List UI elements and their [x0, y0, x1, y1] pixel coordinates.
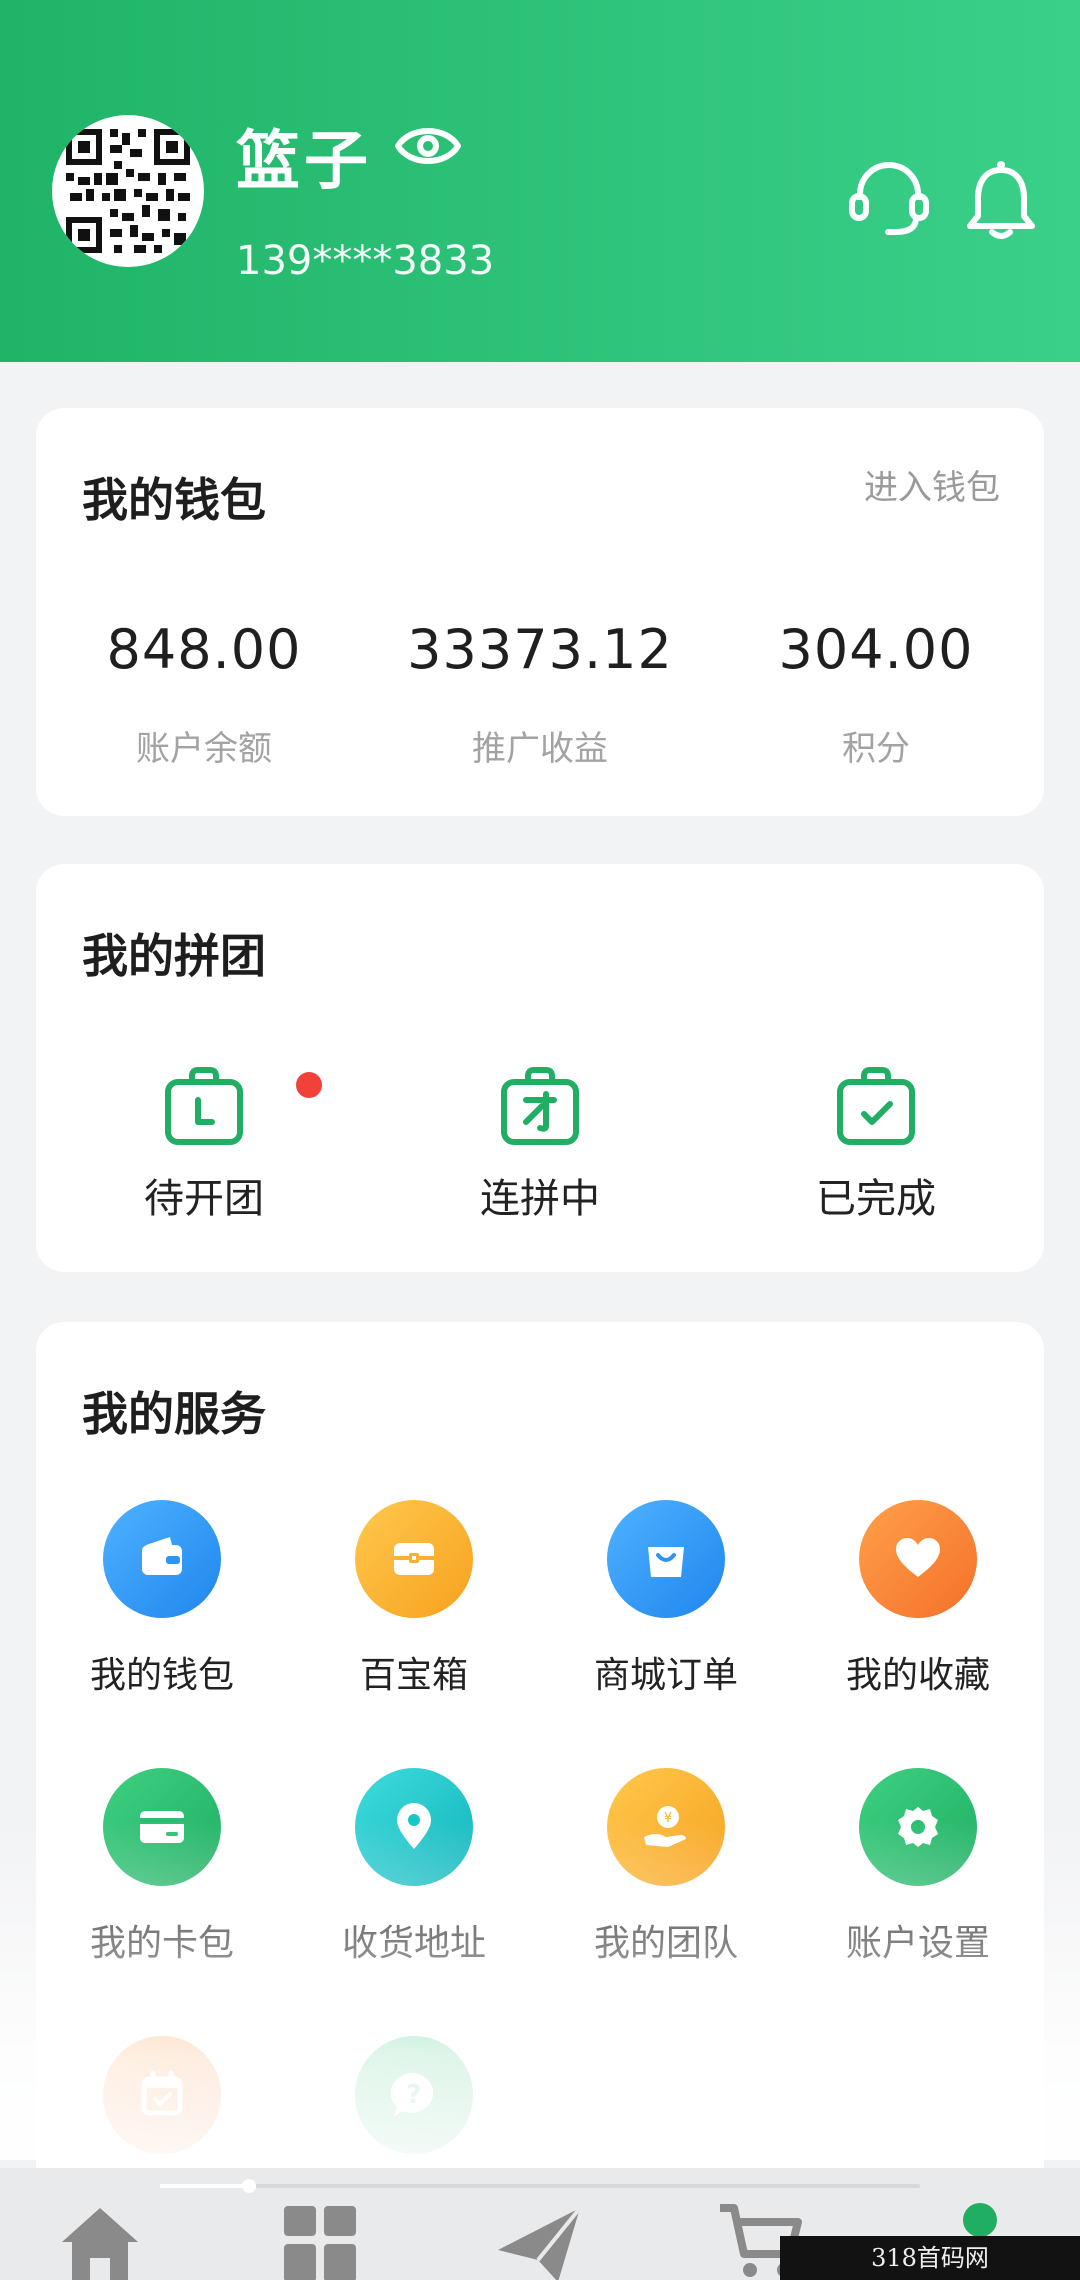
promotion-earnings-stat[interactable]: 33373.12 推广收益: [372, 618, 708, 770]
wallet-card: 我的钱包 进入钱包 848.00 账户余额 33373.12 推广收益 304.…: [36, 408, 1044, 816]
service-treasure-box[interactable]: 百宝箱: [288, 1500, 540, 1698]
qr-code-avatar-icon: [62, 125, 194, 257]
group-pending-label: 待开团: [144, 1176, 264, 1222]
balance-stat[interactable]: 848.00 账户余额: [36, 618, 372, 770]
profile-header: 篮子 139****3833: [0, 0, 1080, 362]
grid-icon: [284, 2206, 356, 2280]
group-buy-title: 我的拼团: [82, 929, 266, 983]
scroll-progress-dot: [242, 2179, 256, 2193]
service-label: 我的钱包: [89, 1655, 234, 1696]
promotion-earnings-label: 推广收益: [472, 729, 608, 769]
services-card: 我的服务 我的钱包 百宝箱 商城订单 我的收藏 我的卡包 收货地址 ¥ 我的团队…: [36, 1322, 1044, 2280]
eye-icon[interactable]: [394, 120, 462, 172]
service-my-wallet[interactable]: 我的钱包: [36, 1500, 288, 1698]
scroll-progress-bar: [160, 2179, 920, 2193]
service-my-team[interactable]: ¥ 我的团队: [540, 1768, 792, 1966]
nav-discover[interactable]: [492, 2198, 588, 2280]
nav-home[interactable]: [52, 2198, 148, 2280]
profile-page: 篮子 139****3833 我的钱包 进入钱包 848.00 账户余额 333…: [0, 0, 1080, 2280]
location-pin-icon: [355, 1768, 473, 1886]
bag-l-icon: [165, 1067, 243, 1145]
calendar-icon: [103, 2036, 221, 2154]
service-label: 商城订单: [593, 1655, 738, 1696]
service-label: 收货地址: [341, 1923, 486, 1964]
service-shipping-address[interactable]: 收货地址: [288, 1768, 540, 1966]
service-label: 我的团队: [593, 1923, 738, 1964]
help-question-icon: ?: [355, 2036, 473, 2154]
group-completed-label: 已完成: [816, 1176, 936, 1222]
service-label: 百宝箱: [359, 1655, 468, 1696]
group-completed-item[interactable]: 已完成: [708, 1064, 1044, 1224]
service-account-settings[interactable]: 账户设置: [792, 1768, 1044, 1966]
service-label: 我的卡包: [89, 1923, 234, 1964]
service-label: 我的收藏: [845, 1655, 990, 1696]
service-check-in[interactable]: [36, 2036, 288, 2182]
bottom-navigation: 318首码网 www.E318.com: [0, 2168, 1080, 2280]
settings-gear-icon: [859, 1768, 977, 1886]
nav-category[interactable]: [272, 2198, 368, 2280]
watermark: 318首码网 www.E318.com: [780, 2236, 1080, 2280]
wallet-icon: [103, 1500, 221, 1618]
paper-plane-icon: [498, 2206, 582, 2280]
notification-bell-icon[interactable]: [958, 156, 1044, 242]
scroll-progress-thumb: [160, 2184, 246, 2188]
service-mall-orders[interactable]: 商城订单: [540, 1500, 792, 1698]
service-favorites[interactable]: 我的收藏: [792, 1500, 1044, 1698]
phone-number: 139****3833: [236, 238, 495, 284]
group-ongoing-label: 连拼中: [480, 1176, 600, 1222]
svg-text:?: ?: [406, 2080, 421, 2110]
group-ongoing-item[interactable]: 连拼中: [372, 1064, 708, 1224]
group-buy-card: 我的拼团 待开团 连拼中 已完成: [36, 864, 1044, 1272]
bag-check-icon: [837, 1067, 915, 1145]
heart-icon: [859, 1500, 977, 1618]
shopping-bag-icon: [607, 1500, 725, 1618]
username: 篮子: [236, 125, 372, 199]
points-value: 304.00: [778, 618, 974, 681]
enter-wallet-link[interactable]: 进入钱包: [864, 460, 1000, 509]
avatar[interactable]: [52, 115, 204, 267]
wallet-title: 我的钱包: [82, 473, 266, 527]
services-title: 我的服务: [82, 1387, 266, 1441]
service-card-wallet[interactable]: 我的卡包: [36, 1768, 288, 1966]
bag-cai-icon: [501, 1067, 579, 1145]
balance-value: 848.00: [106, 618, 302, 681]
points-label: 积分: [842, 729, 910, 769]
home-icon: [62, 2208, 138, 2280]
notification-dot: [296, 1072, 322, 1098]
customer-service-headset-icon[interactable]: [846, 156, 932, 242]
team-yuan-icon: ¥: [607, 1768, 725, 1886]
treasure-chest-icon: [355, 1500, 473, 1618]
service-label: 账户设置: [845, 1923, 990, 1964]
balance-label: 账户余额: [136, 729, 272, 769]
svg-text:¥: ¥: [664, 1811, 672, 1826]
points-stat[interactable]: 304.00 积分: [708, 618, 1044, 770]
service-help[interactable]: ?: [288, 2036, 540, 2182]
card-icon: [103, 1768, 221, 1886]
promotion-earnings-value: 33373.12: [407, 618, 673, 681]
